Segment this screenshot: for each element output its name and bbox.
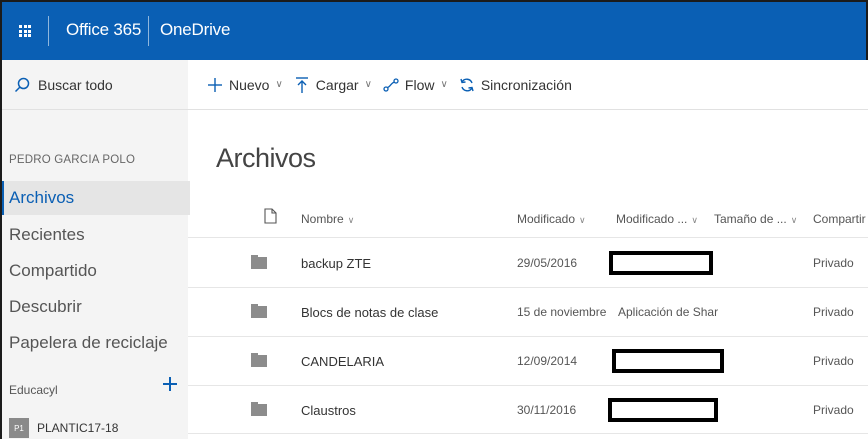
sync-button[interactable]: Sincronización: [458, 76, 572, 94]
upload-button[interactable]: Cargar ∨: [293, 76, 372, 94]
chevron-down-icon: ∨: [440, 79, 448, 90]
nav-item-papelera[interactable]: Papelera de reciclaje: [2, 326, 190, 360]
chevron-down-icon: ∨: [691, 215, 698, 225]
column-header-label: Modificado: [517, 212, 576, 226]
column-header-name[interactable]: Nombre ∨: [301, 212, 354, 226]
file-list-header: Nombre ∨ Modificado ∨ Modificado ... ∨ Tama…: [188, 198, 868, 238]
page-title: Archivos: [216, 143, 316, 173]
new-button-label: Nuevo: [229, 76, 270, 93]
column-header-label: Nombre: [301, 212, 344, 226]
search-icon: [14, 77, 30, 92]
file-type-icon: [264, 208, 277, 224]
flow-icon: [382, 76, 400, 94]
left-nav: Buscar todo PEDRO GARCIA POLO Archivos R…: [0, 60, 190, 439]
folder-icon: [251, 353, 267, 367]
modified-date: 15 de noviembre: [517, 305, 607, 319]
folder-icon: [251, 255, 267, 269]
column-header-label: Compartir: [813, 212, 866, 226]
redaction-box: [609, 251, 713, 275]
nav-item-label: Compartido: [9, 261, 97, 280]
column-header-size[interactable]: Tamaño de ... ∨: [714, 212, 797, 226]
nav-item-label: Descubrir: [9, 297, 82, 316]
new-button[interactable]: Nuevo ∨: [206, 76, 283, 94]
app-name-link[interactable]: OneDrive: [160, 20, 230, 40]
nav-item-label: Archivos: [9, 188, 75, 207]
modified-date: 12/09/2014: [517, 354, 578, 368]
column-header-sharing[interactable]: Compartir: [813, 212, 866, 226]
folder-icon: [251, 402, 267, 416]
suite-header: Office 365 OneDrive: [0, 0, 868, 60]
app-launcher-button[interactable]: [2, 2, 48, 60]
search-placeholder: Buscar todo: [38, 76, 113, 93]
table-row[interactable]: Claustros 30/11/2016 Privado: [188, 386, 868, 434]
column-header-label: Modificado ...: [616, 212, 688, 226]
command-bar: Nuevo ∨ Cargar ∨ Flow ∨ Sincronización: [188, 60, 868, 110]
file-name-link[interactable]: Claustros: [301, 403, 356, 418]
chevron-down-icon: ∨: [347, 215, 355, 225]
sharing-status: Privado: [813, 256, 854, 270]
table-row[interactable]: backup ZTE 29/05/2016 Privado: [188, 239, 868, 288]
flow-button[interactable]: Flow ∨: [382, 76, 448, 94]
group-item[interactable]: P1 PLANTIC17-18: [9, 418, 118, 438]
flow-button-label: Flow: [404, 76, 435, 93]
column-header-label: Tamaño de ...: [714, 212, 787, 226]
user-name: PEDRO GARCIA POLO: [9, 154, 136, 166]
upload-icon: [293, 76, 311, 94]
folder-icon: [251, 304, 267, 318]
nav-item-archivos[interactable]: Archivos: [2, 181, 190, 215]
modified-by: Aplicación de Shar: [618, 305, 719, 319]
sharing-status: Privado: [813, 354, 854, 368]
nav-item-label: Papelera de reciclaje: [9, 333, 168, 352]
chevron-down-icon: ∨: [790, 215, 798, 225]
file-name-link[interactable]: backup ZTE: [301, 256, 371, 271]
nav-item-descubrir[interactable]: Descubrir: [2, 290, 190, 324]
table-row[interactable]: Blocs de notas de clase 15 de noviembre …: [188, 288, 868, 337]
redaction-box: [612, 349, 724, 373]
column-header-modified-by[interactable]: Modificado ... ∨: [616, 212, 698, 226]
sync-icon: [458, 76, 476, 94]
file-name-link[interactable]: CANDELARIA: [301, 354, 384, 369]
waffle-icon: [19, 25, 31, 37]
column-header-modified[interactable]: Modificado ∨: [517, 212, 586, 226]
chevron-down-icon: ∨: [275, 79, 283, 90]
sync-button-label: Sincronización: [480, 76, 572, 93]
sharing-status: Privado: [813, 403, 854, 417]
header-divider: [48, 16, 49, 46]
nav-item-label: Recientes: [9, 225, 85, 244]
nav-item-compartido[interactable]: Compartido: [2, 254, 190, 288]
nav-item-recientes[interactable]: Recientes: [2, 218, 190, 252]
redaction-box: [608, 398, 718, 422]
sharing-status: Privado: [813, 305, 854, 319]
group-section-label: Educacyl: [9, 383, 58, 397]
chevron-down-icon: ∨: [364, 79, 372, 90]
chevron-down-icon: ∨: [579, 215, 586, 225]
group-avatar: P1: [9, 418, 29, 438]
header-divider: [148, 16, 149, 46]
group-name: PLANTIC17-18: [37, 421, 119, 435]
search-box[interactable]: Buscar todo: [2, 60, 190, 110]
modified-date: 30/11/2016: [517, 403, 577, 417]
add-group-button[interactable]: [162, 376, 178, 392]
plus-icon: [206, 76, 224, 94]
file-name-link[interactable]: Blocs de notas de clase: [301, 305, 438, 320]
upload-button-label: Cargar: [315, 76, 359, 93]
modified-date: 29/05/2016: [517, 256, 578, 270]
table-row[interactable]: CANDELARIA 12/09/2014 Privado: [188, 337, 868, 386]
suite-name-link[interactable]: Office 365: [66, 20, 141, 40]
